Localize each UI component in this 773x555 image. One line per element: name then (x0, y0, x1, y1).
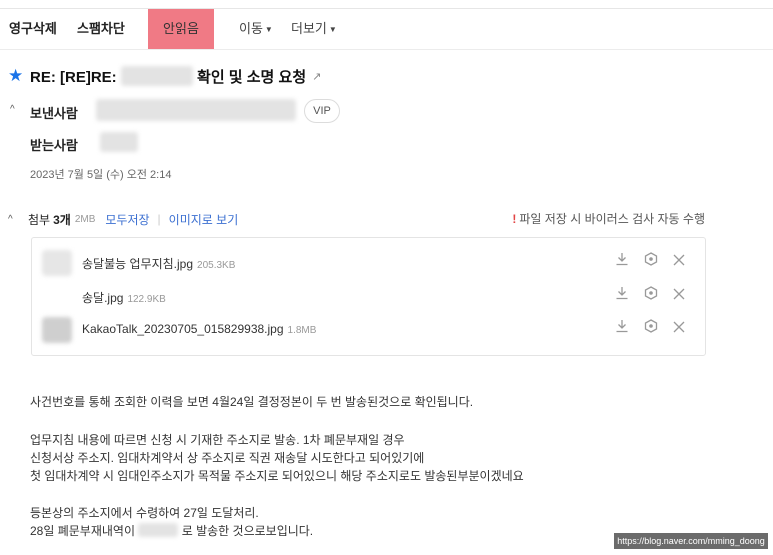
collapse-chevron-icon[interactable]: ^ (10, 104, 15, 115)
more-menu[interactable]: 더보기 ▼ (291, 9, 337, 49)
external-link-icon[interactable]: ↗ (312, 70, 321, 83)
vip-button[interactable]: VIP (304, 99, 340, 123)
body-line-part: 로 발송한 것으로보입니다. (181, 524, 314, 538)
permanent-delete-button[interactable]: 영구삭제 (9, 9, 57, 49)
subject-suffix: 확인 및 소명 요청 (197, 68, 307, 86)
file-size: 205.3KB (197, 260, 236, 271)
redacted-block (120, 65, 193, 86)
close-icon[interactable] (669, 286, 689, 306)
file-size: 122.9KB (127, 294, 166, 305)
more-label: 더보기 (291, 21, 327, 36)
redacted-recipient (100, 132, 138, 152)
body-line: 신청서상 주소지. 임대차계약서 상 주소지로 직권 재송달 시도한다고 되어있… (30, 451, 425, 465)
redacted-sender (96, 99, 296, 121)
mail-date: 2023년 7월 5일 (수) 오전 2:14 (30, 169, 172, 181)
attachment-item[interactable]: 송달.jpg 122.9KB (32, 282, 705, 312)
warning-icon: ! (512, 212, 517, 226)
mail-subject: RE: [RE]RE: 확인 및 소명 요청 (30, 65, 307, 87)
file-size: 1.8MB (287, 325, 317, 336)
file-name[interactable]: 송달.jpg 122.9KB (82, 289, 166, 306)
file-thumbnail (42, 317, 72, 343)
mark-unread-button[interactable]: 안읽음 (148, 9, 214, 49)
caret-down-icon: ▼ (264, 25, 273, 34)
attachment-list: 송달불능 업무지침.jpg 205.3KB 송달.jpg 122.9KB Kakao… (31, 237, 706, 356)
download-icon[interactable] (612, 319, 632, 339)
recipient-label: 받는사람 (30, 138, 78, 153)
close-icon[interactable] (669, 319, 689, 339)
file-name-text: 송달불능 업무지침.jpg (82, 257, 194, 271)
virus-scan-notice: ! 파일 저장 시 바이러스 검사 자동 수행 (512, 210, 705, 228)
body-line: 업무지침 내용에 따르면 신청 시 기재한 주소지로 발송. 1차 폐문부재일 … (30, 433, 405, 447)
attachment-header: ^ 첨부 3개 2MB 모두저장 | 이미지로 보기 (8, 210, 238, 228)
body-line: 등본상의 주소지에서 수령하여 27일 도달처리. (30, 506, 259, 520)
sender-label: 보낸사람 (30, 106, 78, 121)
attachment-item[interactable]: 송달불능 업무지침.jpg 205.3KB (32, 248, 705, 278)
body-line-part: 28일 폐문부재내역이 (30, 524, 136, 538)
file-name-text: 송달.jpg (82, 291, 124, 305)
star-icon[interactable]: ★ (8, 66, 26, 86)
body-line: 사건번호를 통해 조회한 이력을 보면 4월24일 결정정본이 두 번 발송된것… (30, 395, 474, 409)
attachment-label: 첨부 (28, 212, 51, 227)
view-as-image-link[interactable]: 이미지로 보기 (169, 211, 239, 228)
body-line: 28일 폐문부재내역이 로 발송한 것으로보입니다. (30, 522, 313, 539)
attachment-item[interactable]: KakaoTalk_20230705_015829938.jpg 1.8MB (32, 315, 705, 345)
move-label: 이동 (239, 21, 263, 36)
cloud-save-icon[interactable] (641, 286, 661, 306)
close-icon[interactable] (669, 252, 689, 272)
divider: | (157, 212, 161, 226)
save-all-link[interactable]: 모두저장 (105, 211, 149, 228)
attachment-count: 3개 (53, 212, 71, 227)
download-icon[interactable] (612, 252, 632, 272)
subject-row: ★ RE: [RE]RE: 확인 및 소명 요청 ↗ (8, 64, 321, 88)
download-icon[interactable] (612, 286, 632, 306)
block-spam-button[interactable]: 스팸차단 (77, 9, 125, 49)
body-line: 첫 임대차계약 시 임대인주소지가 목적물 주소지로 되어있으니 해당 주소지로… (30, 469, 524, 483)
attachment-total-size: 2MB (74, 213, 96, 225)
subject-prefix: RE: [RE]RE: (30, 68, 117, 86)
move-menu[interactable]: 이동 ▼ (239, 9, 273, 49)
mail-toolbar: 영구삭제 스팸차단 안읽음 이동 ▼ 더보기 ▼ (0, 9, 773, 50)
file-thumbnail (42, 250, 72, 276)
redacted-block (138, 523, 179, 537)
file-name[interactable]: KakaoTalk_20230705_015829938.jpg 1.8MB (82, 322, 316, 336)
collapse-chevron-icon[interactable]: ^ (8, 214, 28, 225)
cloud-save-icon[interactable] (641, 252, 661, 272)
file-thumbnail (42, 284, 72, 310)
cloud-save-icon[interactable] (641, 319, 661, 339)
file-name-text: KakaoTalk_20230705_015829938.jpg (82, 322, 284, 336)
scan-notice-text: 파일 저장 시 바이러스 검사 자동 수행 (519, 212, 705, 226)
file-name[interactable]: 송달불능 업무지침.jpg 205.3KB (82, 255, 235, 272)
caret-down-icon: ▼ (328, 25, 337, 34)
blog-watermark: https://blog.naver.com/mming_doong (614, 533, 768, 549)
